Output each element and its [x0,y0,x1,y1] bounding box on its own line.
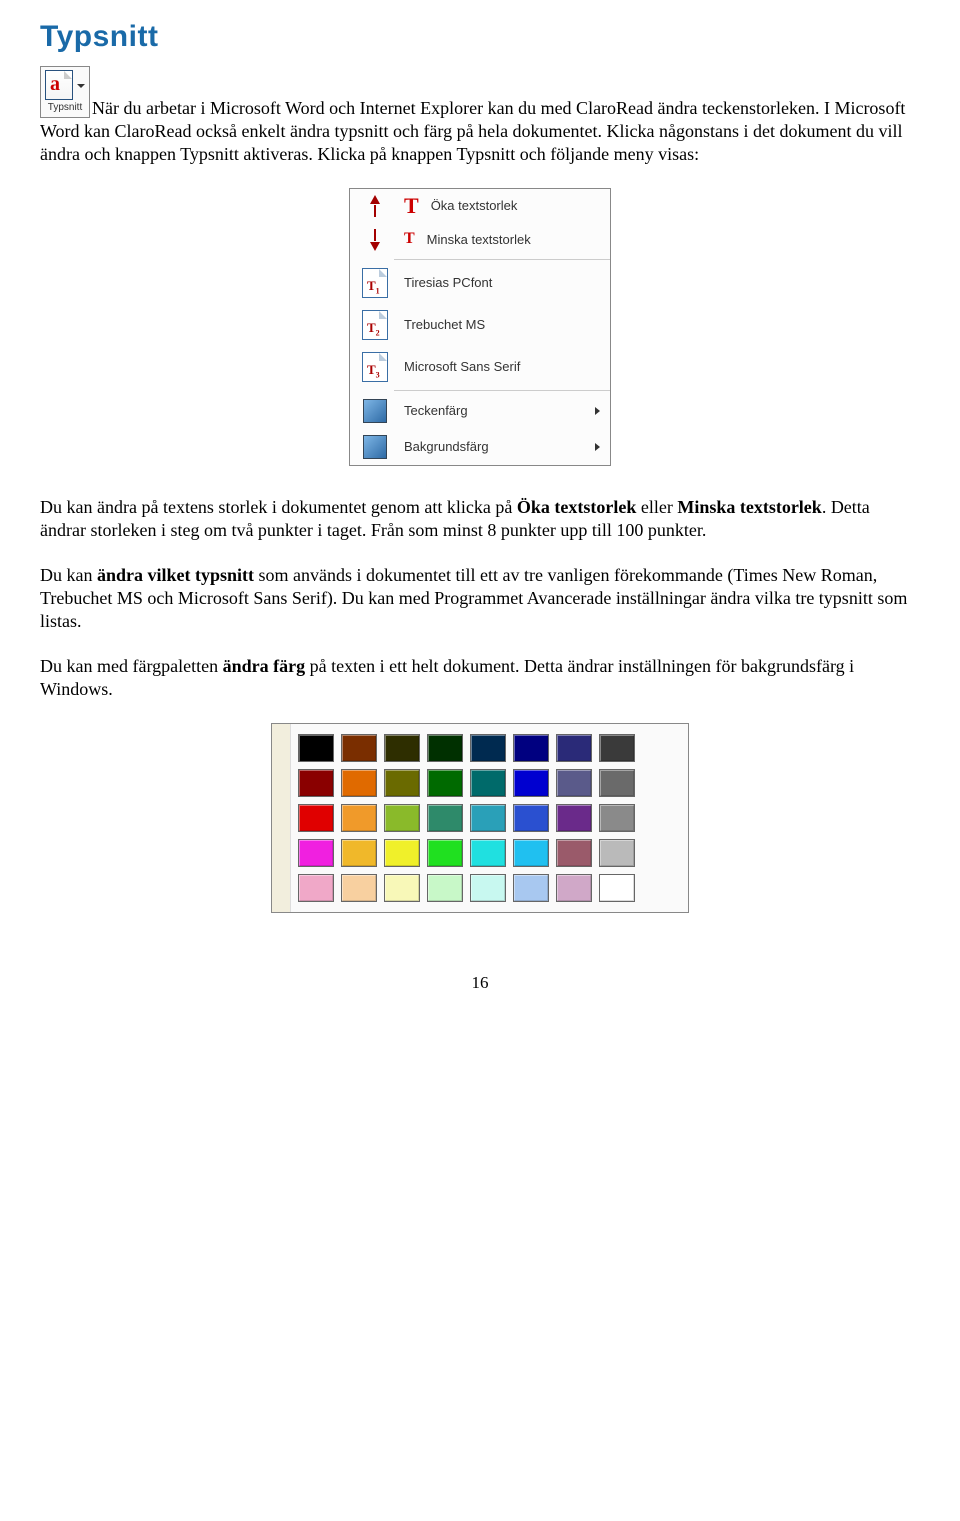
color-swatch[interactable] [427,734,463,762]
menu-item-decrease[interactable]: T Minska textstorlek [350,223,610,257]
menu-label: Öka textstorlek [431,198,518,213]
color-palette [271,723,689,913]
color-swatch[interactable] [341,804,377,832]
arrow-up-icon [370,195,380,217]
dropdown-caret-icon [77,84,85,88]
color-swatch[interactable] [427,839,463,867]
color-swatch[interactable] [599,874,635,902]
color-swatch[interactable] [599,839,635,867]
color-cube-icon [363,399,387,423]
color-swatch[interactable] [599,804,635,832]
color-swatch[interactable] [384,769,420,797]
color-swatch[interactable] [341,769,377,797]
color-swatch[interactable] [341,839,377,867]
paragraph-typeface: Du kan ändra vilket typsnitt som används… [40,564,920,633]
page-number: 16 [40,973,920,993]
font-doc-icon: T2 [362,310,388,340]
color-swatch[interactable] [298,734,334,762]
color-swatch[interactable] [556,839,592,867]
letter-t-icon: T [404,197,419,215]
color-swatch[interactable] [427,874,463,902]
color-swatch[interactable] [556,804,592,832]
color-swatch[interactable] [513,769,549,797]
intro-paragraph: a Typsnitt När du arbetar i Microsoft Wo… [40,66,920,166]
menu-label: Minska textstorlek [427,232,531,247]
menu-label: Bakgrundsfärg [404,439,489,454]
menu-item-bgcolor[interactable]: Bakgrundsfärg [350,429,610,465]
arrow-down-icon [370,229,380,251]
color-swatch[interactable] [427,804,463,832]
font-doc-icon: T3 [362,352,388,382]
font-doc-icon: T1 [362,268,388,298]
paragraph-textsize: Du kan ändra på textens storlek i dokume… [40,496,920,542]
color-swatch[interactable] [470,839,506,867]
color-swatch[interactable] [470,874,506,902]
page-title: Typsnitt [40,20,920,54]
menu-label: Teckenfärg [404,403,468,418]
menu-item-textcolor[interactable]: Teckenfärg [350,393,610,429]
color-swatch[interactable] [427,769,463,797]
color-swatch[interactable] [470,769,506,797]
color-swatch[interactable] [513,874,549,902]
menu-label: Tiresias PCfont [404,275,492,290]
color-swatch[interactable] [298,769,334,797]
color-swatch[interactable] [384,734,420,762]
color-swatch[interactable] [298,839,334,867]
color-swatch[interactable] [341,734,377,762]
color-swatch[interactable] [556,874,592,902]
color-swatch[interactable] [599,769,635,797]
paragraph-color: Du kan med färgpaletten ändra färg på te… [40,655,920,701]
color-swatch[interactable] [298,874,334,902]
color-swatch[interactable] [513,804,549,832]
color-swatch[interactable] [298,804,334,832]
color-swatch[interactable] [513,734,549,762]
color-swatch[interactable] [384,804,420,832]
menu-item-increase[interactable]: T Öka textstorlek [350,189,610,223]
submenu-arrow-icon [595,443,600,451]
color-swatch[interactable] [384,839,420,867]
typsnitt-toolbar-button[interactable]: a Typsnitt [40,66,90,118]
button-label: Typsnitt [48,102,82,113]
menu-item-font1[interactable]: T1 Tiresias PCfont [350,262,610,304]
color-swatch[interactable] [384,874,420,902]
menu-item-font2[interactable]: T2 Trebuchet MS [350,304,610,346]
letter-t-small-icon: T [404,233,415,246]
submenu-arrow-icon [595,407,600,415]
font-document-icon: a [45,70,73,100]
color-swatch[interactable] [470,734,506,762]
color-swatch[interactable] [556,769,592,797]
color-swatch[interactable] [599,734,635,762]
color-swatch[interactable] [470,804,506,832]
menu-label: Trebuchet MS [404,317,485,332]
font-menu: T Öka textstorlek T Minska textstorlek T… [349,188,611,466]
color-swatch[interactable] [556,734,592,762]
color-swatch[interactable] [513,839,549,867]
color-swatch[interactable] [341,874,377,902]
menu-item-font3[interactable]: T3 Microsoft Sans Serif [350,346,610,388]
color-cube-icon [363,435,387,459]
menu-label: Microsoft Sans Serif [404,359,520,374]
